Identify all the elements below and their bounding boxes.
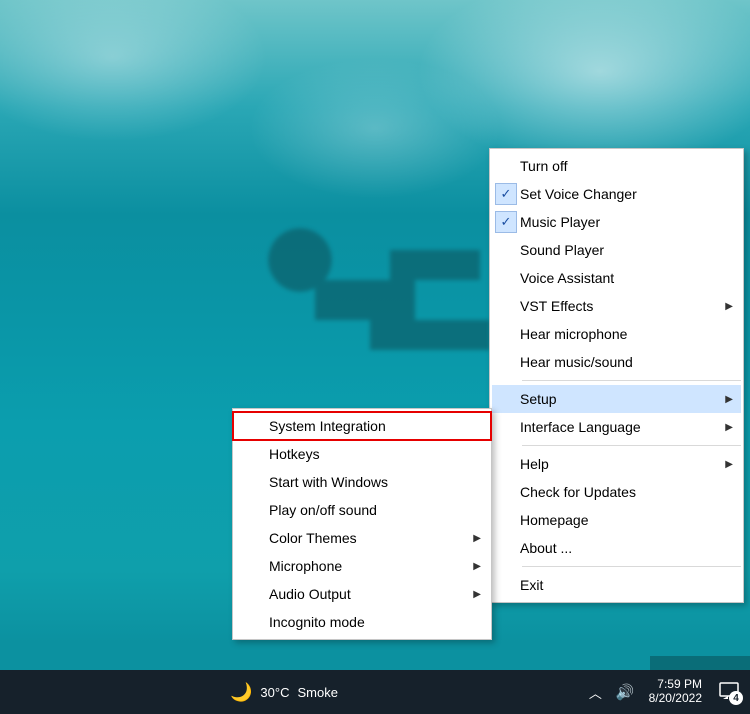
clock-time: 7:59 PM [657, 678, 702, 692]
menu-incognito-mode[interactable]: Incognito mode [235, 608, 489, 636]
menu-homepage[interactable]: Homepage [492, 506, 741, 534]
menu-label: Setup [520, 391, 719, 407]
check-icon: ✓ [495, 183, 517, 205]
menu-hear-music-sound[interactable]: Hear music/sound [492, 348, 741, 376]
menu-label: Hotkeys [269, 446, 467, 462]
menu-label: Start with Windows [269, 474, 467, 490]
chevron-right-icon: ▶ [473, 533, 481, 544]
menu-label: Interface Language [520, 419, 719, 435]
menu-setup[interactable]: Setup ▶ [492, 385, 741, 413]
menu-help[interactable]: Help ▶ [492, 450, 741, 478]
menu-exit[interactable]: Exit [492, 571, 741, 599]
notifications-button[interactable]: 4 [718, 680, 740, 702]
menu-label: Help [520, 456, 719, 472]
menu-about[interactable]: About ... [492, 534, 741, 562]
menu-label: Audio Output [269, 586, 467, 602]
menu-play-on-off-sound[interactable]: Play on/off sound [235, 496, 489, 524]
chevron-right-icon: ▶ [725, 394, 733, 405]
menu-label: Check for Updates [520, 484, 719, 500]
menu-label: VST Effects [520, 298, 719, 314]
menu-label: Set Voice Changer [520, 186, 719, 202]
menu-label: Music Player [520, 214, 719, 230]
taskbar: 🌙 30°C Smoke ︿ 🔊 7:59 PM 8/20/2022 4 [0, 670, 750, 714]
clock[interactable]: 7:59 PM 8/20/2022 [649, 678, 702, 706]
check-icon: ✓ [495, 211, 517, 233]
system-tray: ︿ 🔊 7:59 PM 8/20/2022 [589, 678, 702, 706]
menu-label: Turn off [520, 158, 719, 174]
menu-vst-effects[interactable]: VST Effects ▶ [492, 292, 741, 320]
menu-label: Hear music/sound [520, 354, 719, 370]
chevron-right-icon: ▶ [473, 589, 481, 600]
menu-label: System Integration [269, 418, 467, 434]
menu-check-updates[interactable]: Check for Updates [492, 478, 741, 506]
menu-label: Incognito mode [269, 614, 467, 630]
menu-hotkeys[interactable]: Hotkeys [235, 440, 489, 468]
menu-hear-microphone[interactable]: Hear microphone [492, 320, 741, 348]
menu-label: About ... [520, 540, 719, 556]
menu-separator [522, 566, 741, 567]
notification-badge: 4 [729, 691, 743, 705]
weather-icon: 🌙 [230, 682, 252, 703]
chevron-right-icon: ▶ [725, 422, 733, 433]
menu-interface-language[interactable]: Interface Language ▶ [492, 413, 741, 441]
menu-label: Play on/off sound [269, 502, 467, 518]
context-menu-main: Turn off ✓ Set Voice Changer ✓ Music Pla… [489, 148, 744, 603]
menu-start-with-windows[interactable]: Start with Windows [235, 468, 489, 496]
weather-condition: Smoke [297, 685, 337, 700]
menu-audio-output[interactable]: Audio Output ▶ [235, 580, 489, 608]
menu-label: Microphone [269, 558, 467, 574]
menu-label: Hear microphone [520, 326, 719, 342]
menu-system-integration[interactable]: System Integration [235, 412, 489, 440]
chevron-right-icon: ▶ [725, 301, 733, 312]
menu-turn-off[interactable]: Turn off [492, 152, 741, 180]
menu-color-themes[interactable]: Color Themes ▶ [235, 524, 489, 552]
menu-voice-assistant[interactable]: Voice Assistant [492, 264, 741, 292]
weather-temp: 30°C [260, 685, 289, 700]
menu-set-voice-changer[interactable]: ✓ Set Voice Changer [492, 180, 741, 208]
menu-label: Homepage [520, 512, 719, 528]
context-menu-setup: System Integration Hotkeys Start with Wi… [232, 408, 492, 640]
menu-label: Exit [520, 577, 719, 593]
weather-widget[interactable]: 🌙 30°C Smoke [230, 682, 338, 703]
menu-separator [522, 380, 741, 381]
clock-date: 8/20/2022 [649, 692, 702, 706]
menu-microphone[interactable]: Microphone ▶ [235, 552, 489, 580]
volume-icon[interactable]: 🔊 [616, 683, 635, 701]
menu-label: Voice Assistant [520, 270, 719, 286]
menu-label: Color Themes [269, 530, 467, 546]
menu-music-player[interactable]: ✓ Music Player [492, 208, 741, 236]
tray-overflow-icon[interactable]: ︿ [589, 683, 602, 702]
menu-separator [522, 445, 741, 446]
menu-sound-player[interactable]: Sound Player [492, 236, 741, 264]
tray-highlight [650, 656, 750, 670]
chevron-right-icon: ▶ [725, 459, 733, 470]
menu-label: Sound Player [520, 242, 719, 258]
chevron-right-icon: ▶ [473, 561, 481, 572]
